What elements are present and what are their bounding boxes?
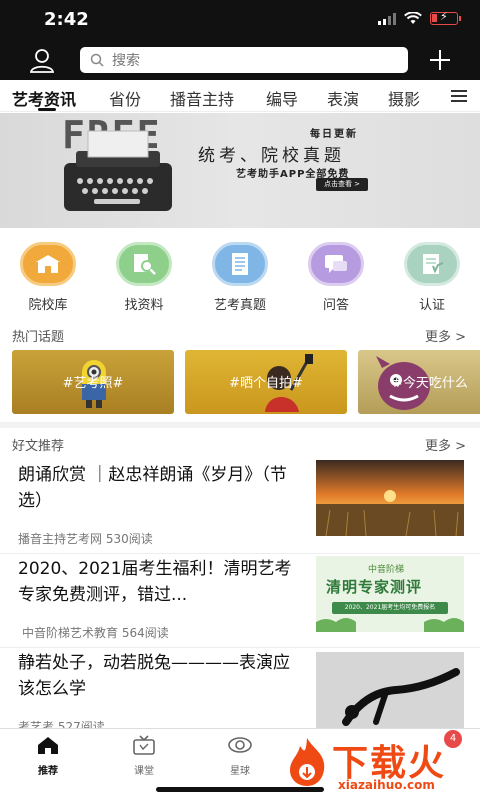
exam-paper-icon — [212, 242, 268, 286]
home-indicator — [156, 787, 324, 792]
category-tabs: 艺考资讯 省份 播音主持 编导 表演 摄影 — [0, 80, 480, 112]
article-thumbnail — [316, 652, 464, 728]
thumb-brand: 中音阶梯 — [368, 565, 405, 575]
home-icon — [38, 737, 58, 754]
quick-links: 院校库 找资料 艺考真题 问答 认证 — [0, 232, 480, 313]
articles-header: 好文推荐 更多 > — [12, 435, 468, 455]
search-icon — [90, 53, 104, 67]
find-material-icon — [116, 242, 172, 286]
user-icon[interactable] — [28, 46, 56, 74]
tab-directing[interactable]: 编导 — [266, 86, 298, 110]
top-header — [0, 40, 480, 80]
quick-link-label: 认证 — [418, 298, 445, 313]
notification-badge: 4 — [444, 730, 462, 748]
quick-link-school-library[interactable]: 院校库 — [8, 242, 88, 313]
status-bar: 2:42 ⚡ — [0, 0, 480, 40]
section-divider — [0, 422, 480, 428]
search-input[interactable] — [112, 52, 382, 68]
banner-headline: 统考、院校真题 — [198, 146, 345, 166]
quick-link-find-material[interactable]: 找资料 — [104, 242, 184, 313]
school-icon — [20, 242, 76, 286]
articles-title: 好文推荐 — [12, 439, 65, 454]
nav-label: 推荐 — [38, 766, 58, 777]
wifi-icon — [404, 12, 422, 24]
typewriter-icon — [64, 130, 172, 211]
thumb-title: 清明专家测评 — [326, 578, 423, 596]
hot-topics-header: 热门话题 更多 > — [12, 326, 468, 346]
hot-topics-more-link[interactable]: 更多 > — [425, 326, 466, 345]
hot-topics-title: 热门话题 — [12, 330, 65, 345]
quick-link-label: 艺考真题 — [213, 298, 266, 313]
promo-banner[interactable]: FREE 每日更新 统考、院校真题 艺考助手APP全部免费 点击查看 > — [0, 113, 480, 228]
nav-label: 星球 — [230, 766, 250, 777]
certificate-icon — [404, 242, 460, 286]
article-title: 2020、2021届考生福利！清明艺考专家免费测评，错过... — [18, 559, 292, 605]
grass-decoration-icon — [316, 618, 464, 632]
quick-link-exam-papers[interactable]: 艺考真题 — [200, 242, 280, 313]
status-time: 2:42 — [44, 9, 89, 30]
chat-icon — [308, 242, 364, 286]
quick-link-certification[interactable]: 认证 — [392, 242, 472, 313]
planet-icon — [228, 737, 252, 753]
nav-planet[interactable]: 星球 — [210, 735, 270, 777]
topic-label: #今天吃什么 — [392, 376, 468, 391]
tv-icon — [133, 735, 155, 755]
topic-label: #晒个自拍# — [229, 376, 303, 391]
tab-art-news[interactable]: 艺考资讯 — [12, 86, 76, 110]
sunset-field-image — [316, 460, 464, 536]
menu-icon[interactable] — [450, 88, 468, 104]
tab-acting[interactable]: 表演 — [327, 86, 359, 110]
article-thumbnail: 中音阶梯 清明专家测评 2020、2021届考生均可免费报名 — [316, 556, 464, 632]
dancer-image — [316, 652, 464, 728]
search-bar[interactable] — [80, 47, 408, 73]
thumb-subtitle: 2020、2021届考生均可免费报名 — [332, 602, 448, 614]
nav-label: 课堂 — [134, 766, 154, 777]
banner-daily-update: 每日更新 — [310, 129, 358, 140]
banner-view-button[interactable]: 点击查看 > — [316, 178, 368, 191]
tab-province[interactable]: 省份 — [109, 86, 141, 110]
signal-icon — [378, 12, 396, 25]
quick-link-label: 院校库 — [28, 298, 68, 313]
topic-card[interactable]: #今天吃什么 — [358, 350, 480, 414]
topic-label: #艺考照# — [62, 376, 124, 391]
tab-broadcasting[interactable]: 播音主持 — [170, 86, 234, 110]
article-meta: 播音主持艺考网 530阅读 — [18, 532, 153, 546]
topic-card[interactable]: #晒个自拍# — [185, 350, 347, 414]
article-thumbnail — [316, 460, 464, 536]
quick-link-label: 问答 — [322, 298, 349, 313]
nav-recommend[interactable]: 推荐 — [18, 735, 78, 777]
active-tab-indicator — [38, 108, 56, 111]
article-title: 朗诵欣赏 ｜赵忠祥朗诵《岁月》（节选） — [18, 465, 287, 511]
article-meta: 中音阶梯艺术教育 564阅读 — [22, 626, 169, 640]
nav-classroom[interactable]: 课堂 — [114, 735, 174, 777]
topic-card[interactable]: #艺考照# — [12, 350, 174, 414]
quick-link-label: 找资料 — [124, 298, 164, 313]
article-title: 静若处子，动若脱兔————表演应该怎么学 — [18, 653, 290, 699]
hot-topics-list: #艺考照# #晒个自拍# #今天吃什么 — [12, 350, 480, 414]
article-item[interactable]: 2020、2021届考生福利！清明艺考专家免费测评，错过... 中音阶梯艺术教育… — [0, 552, 480, 648]
tab-photography[interactable]: 摄影 — [388, 86, 420, 110]
quick-link-qa[interactable]: 问答 — [296, 242, 376, 313]
battery-icon: ⚡ — [430, 10, 461, 25]
article-item[interactable]: 朗诵欣赏 ｜赵忠祥朗诵《岁月》（节选） 播音主持艺考网 530阅读 — [0, 458, 480, 554]
watermark-url: xiazaihuo.com — [338, 778, 435, 792]
plus-icon[interactable] — [428, 48, 452, 72]
status-icons: ⚡ — [378, 10, 461, 25]
articles-more-link[interactable]: 更多 > — [425, 435, 466, 454]
flame-icon — [290, 738, 325, 786]
